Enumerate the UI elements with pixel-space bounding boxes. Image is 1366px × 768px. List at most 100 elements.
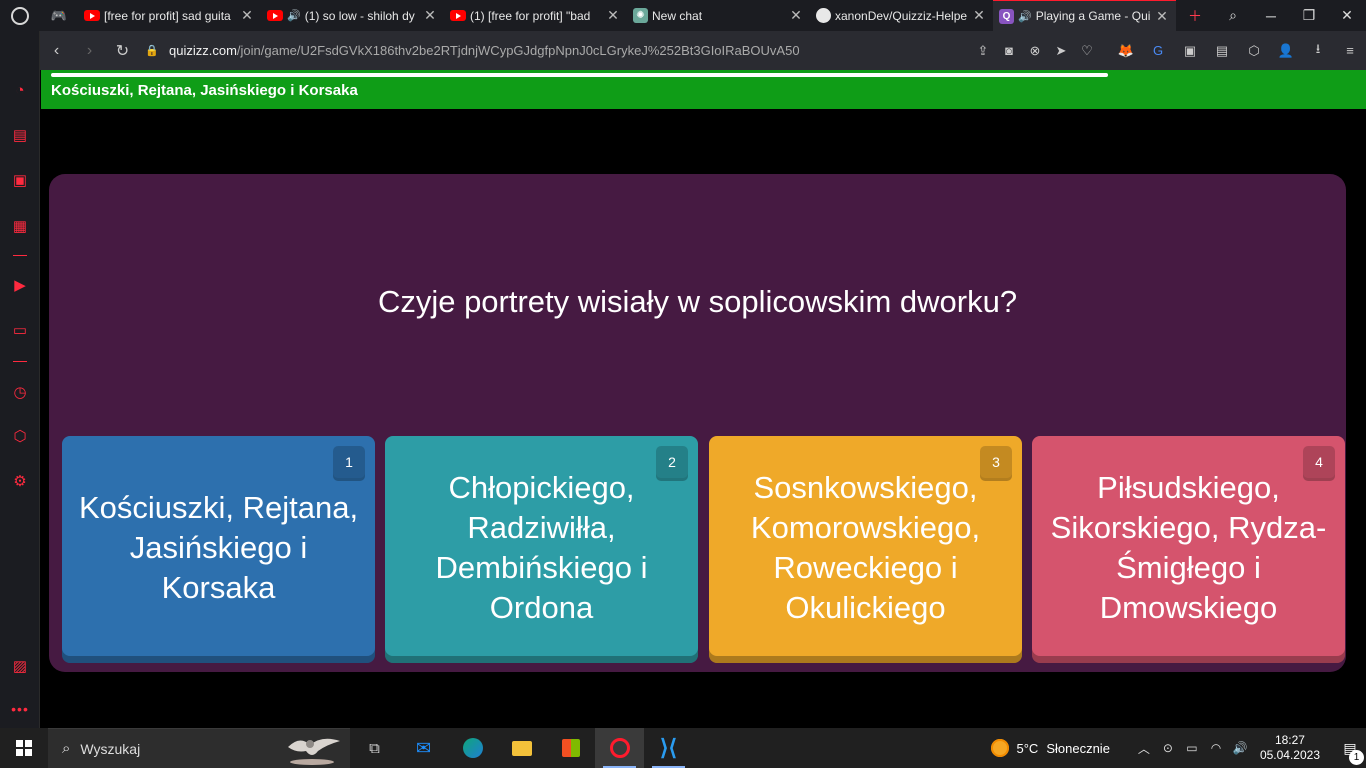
close-icon[interactable]: ✕ [239,7,255,24]
speaker-icon[interactable]: 🔊 [1018,10,1032,23]
speaker-icon[interactable]: 🔊 [287,9,301,22]
notification-center-icon[interactable]: ▤ 1 [1334,740,1366,765]
url-domain: quizizz.com [169,43,237,58]
gallery-icon[interactable]: ▨ [9,655,31,677]
download-icon[interactable]: ⭳ [1302,40,1334,62]
tab-4[interactable]: ✺ New chat ✕ [627,0,810,31]
search-tabs-icon[interactable]: ⌕ [1214,7,1252,24]
volume-icon[interactable]: 🔊 [1228,741,1252,755]
opera-gx-taskbar-icon[interactable] [595,728,644,768]
gear-icon[interactable]: ⚙ [9,470,31,492]
file-explorer-icon[interactable] [497,728,546,768]
option-text: Chłopickiego, Radziwiłła, Dembińskiego i… [435,469,648,625]
close-icon[interactable]: ✕ [971,7,987,24]
task-view-icon[interactable]: ⧉ [350,728,399,768]
answer-option-3[interactable]: 3 Sosnkowskiego, Komorowskiego, Roweckie… [709,436,1022,663]
clock-date: 05.04.2023 [1259,748,1320,762]
edge-icon[interactable] [448,728,497,768]
tab-5[interactable]: xanonDev/Quizziz-Helpe ✕ [810,0,993,31]
weather-widget[interactable]: 5°C Słonecznie [990,739,1110,757]
heart-icon[interactable]: ♡ [1074,43,1100,59]
battery-icon[interactable]: ▭ [1180,741,1204,755]
url-field[interactable]: quizizz.com/join/game/U2FsdGVkX186thv2be… [169,43,800,58]
more-icon[interactable]: ••• [9,701,31,717]
close-window-icon[interactable]: ✕ [1328,7,1366,24]
clock[interactable]: 18:27 05.04.2023 [1260,733,1320,763]
browser-tab-bar: 🎮 [free for profit] sad guita ✕ 🔊 (1) so… [0,0,1366,31]
close-icon[interactable]: ✕ [1154,8,1170,25]
speed-dial-icon[interactable]: ◔ [9,79,31,101]
question-text: Czyje portrety wisiały w soplicowskim dw… [377,284,1018,319]
option-number-badge: 1 [333,446,365,478]
close-icon[interactable]: ✕ [605,7,621,24]
opera-menu-icon[interactable] [0,0,40,31]
start-button[interactable] [0,728,48,768]
share-icon[interactable]: ⇪ [970,43,996,59]
camera-icon[interactable]: ◙ [996,43,1022,58]
tab-title: Playing a Game - Qui [1035,9,1150,23]
settings-sliders-icon[interactable]: ≡ [1334,43,1366,58]
option-text: Kościuszki, Rejtana, Jasińskiego i Korsa… [78,489,359,605]
bag-icon[interactable]: ▤ [9,124,31,146]
quizizz-icon: Q [999,8,1014,24]
chevron-up-icon[interactable]: ︿ [1132,740,1156,757]
restore-icon[interactable]: ❐ [1290,7,1328,24]
metamask-icon[interactable]: 🦊 [1110,43,1142,59]
sidebar-divider [13,361,27,362]
sun-icon [990,739,1009,757]
window-controls: ＋ ⌕ ─ ❐ ✕ [1176,0,1366,31]
forward-icon[interactable]: › [73,42,106,60]
store-icon[interactable] [546,728,595,768]
cube-icon[interactable]: ⬡ [1238,43,1270,59]
option-text: Sosnkowskiego, Komorowskiego, Roweckiego… [750,469,981,625]
weather-temperature: 5°C [1016,740,1039,756]
mail-icon[interactable]: ✉ [399,728,448,768]
option-number-badge: 3 [980,446,1012,478]
extension-icon[interactable]: ▣ [1174,43,1206,59]
answer-option-2[interactable]: 2 Chłopickiego, Radziwiłła, Dembińskiego… [385,436,698,663]
vscode-icon[interactable]: ⟩⟨ [644,728,693,768]
tab-title: (1) [free for profit] "bad [470,8,591,23]
extensions-bar: 🦊 G ▣ ▤ ⬡ 👤 ⭳ ≡ [1110,40,1366,62]
wifi-icon[interactable]: ◠ [1204,741,1228,755]
adblock-icon[interactable]: ⊗ [1022,43,1048,59]
quizizz-game-page: Kościuszki, Rejtana, Jasińskiego i Korsa… [41,70,1366,728]
github-icon [816,8,831,23]
send-icon[interactable]: ➤ [1048,43,1074,59]
tab-2[interactable]: 🔊 (1) so low - shiloh dy ✕ [261,0,444,31]
youtube-icon [267,10,283,21]
close-icon[interactable]: ✕ [422,7,438,24]
tab-title: xanonDev/Quizziz-Helpe [835,8,967,23]
answer-option-4[interactable]: 4 Piłsudskiego, Sikorskiego, Rydza-Śmigł… [1032,436,1345,663]
clock-time: 18:27 [1274,733,1305,747]
tab-3[interactable]: (1) [free for profit] "bad ✕ [444,0,627,31]
webcam-icon[interactable]: ⊙ [1156,741,1180,755]
weather-condition: Słonecznie [1046,740,1110,756]
tab-6[interactable]: Q 🔊 Playing a Game - Qui ✕ [993,0,1176,31]
box-icon[interactable]: ⬡ [9,425,31,447]
search-placeholder: Wyszukaj [80,740,141,757]
reader-icon[interactable]: ▤ [1206,43,1238,59]
tab-title: (1) so low - shiloh dy [304,8,415,23]
profile-icon[interactable]: 👤 [1270,43,1302,59]
tab-1[interactable]: [free for profit] sad guita ✕ [78,0,261,31]
browser-sidebar: ◔ ▤ ▣ ▦ ▶ ▭ ◷ ⬡ ⚙ ▨ ••• [0,31,40,728]
back-icon[interactable]: ‹ [40,42,73,60]
gamepad-icon[interactable]: 🎮 [40,0,78,31]
taskbar-search-box[interactable]: ⌕ Wyszukaj [48,728,350,768]
answer-option-1[interactable]: 1 Kościuszki, Rejtana, Jasińskiego i Kor… [62,436,375,663]
tab-title: New chat [652,8,703,23]
minimize-icon[interactable]: ─ [1252,8,1290,24]
notification-count: 1 [1349,749,1364,765]
system-tray: 5°C Słonecznie ︿ ⊙ ▭ ◠ 🔊 18:27 05.04.202… [990,728,1366,768]
reload-icon[interactable]: ↻ [106,41,139,61]
close-icon[interactable]: ✕ [788,7,804,24]
history-icon[interactable]: ◷ [9,381,31,403]
wallet-icon[interactable]: ▭ [9,319,31,341]
new-tab-plus-icon[interactable]: ＋ [1176,6,1214,26]
translate-icon[interactable]: G [1142,43,1174,58]
lock-icon[interactable]: 🔒 [145,44,159,57]
twitch-icon[interactable]: ▣ [9,169,31,191]
chip-icon[interactable]: ▦ [9,215,31,237]
player-icon[interactable]: ▶ [9,274,31,296]
